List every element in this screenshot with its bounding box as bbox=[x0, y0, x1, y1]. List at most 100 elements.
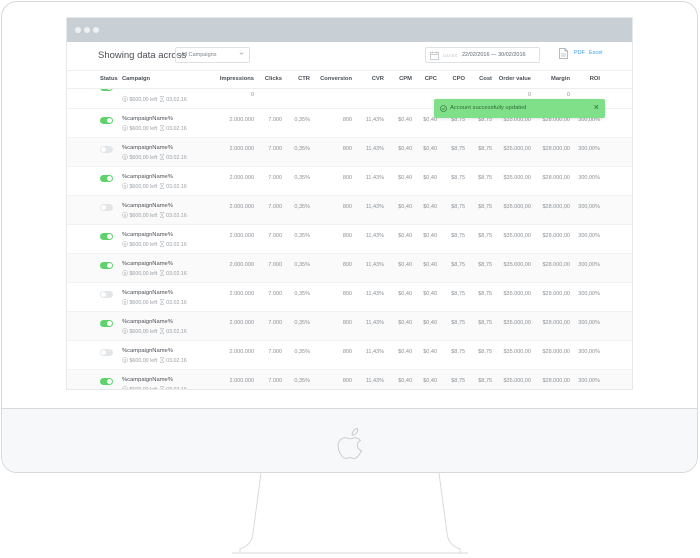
status-toggle[interactable] bbox=[100, 204, 113, 211]
col-cpc[interactable]: CPC bbox=[425, 76, 437, 82]
campaign-name[interactable]: %campaignName% bbox=[122, 290, 173, 296]
status-toggle[interactable] bbox=[100, 320, 113, 327]
campaign-name[interactable]: %campaignName% bbox=[122, 377, 173, 383]
cell-cost: $8,75 bbox=[478, 320, 492, 326]
col-impressions[interactable]: Impressions bbox=[220, 76, 254, 82]
status-toggle[interactable] bbox=[100, 117, 113, 124]
campaign-meta: $ $600,00 left 03.02.16 bbox=[122, 357, 187, 364]
col-ctr[interactable]: CTR bbox=[298, 76, 310, 82]
toggle-knob bbox=[107, 379, 112, 384]
dollar-icon: $ bbox=[122, 270, 128, 276]
chevron-down-icon bbox=[239, 52, 244, 55]
table-row[interactable]: %campaignName% $ $600,00 left 03.02.16 2.0… bbox=[67, 138, 632, 167]
svg-text:$: $ bbox=[124, 155, 127, 160]
col-cost[interactable]: Cost bbox=[479, 76, 492, 82]
dollar-icon: $ bbox=[122, 125, 128, 131]
campaign-select[interactable]: All Campaigns bbox=[175, 47, 250, 63]
date-range-picker[interactable]: DATES 22/02/2016 — 30/02/2016 bbox=[425, 47, 540, 63]
campaign-name[interactable]: %campaignName% bbox=[122, 203, 173, 209]
campaign-date: 03.02.16 bbox=[166, 213, 187, 219]
toggle-knob bbox=[101, 350, 106, 355]
campaign-date: 03.02.16 bbox=[166, 242, 187, 248]
window-maximize-dot[interactable] bbox=[93, 27, 99, 33]
table-row[interactable]: %campaignName% $ $600,00 left 03.02.16 2.0… bbox=[67, 167, 632, 196]
date-label: DATES bbox=[443, 53, 458, 58]
campaign-name[interactable]: %campaignName% bbox=[122, 116, 173, 122]
col-margin[interactable]: Margin bbox=[551, 76, 570, 82]
budget-left: $600,00 left bbox=[129, 242, 158, 248]
cell-roi: 300,00% bbox=[578, 349, 600, 355]
cell-cvr: 11,43% bbox=[365, 320, 384, 326]
cell-margin: $28.000,00 bbox=[542, 233, 570, 239]
window-minimize-dot[interactable] bbox=[84, 27, 90, 33]
table-row[interactable]: %campaignName% $ $600,00 left 03.02.16 2.0… bbox=[67, 283, 632, 312]
table-row[interactable]: %campaignName% $ $600,00 left 03.02.16 2.0… bbox=[67, 370, 632, 390]
col-conversion[interactable]: Conversion bbox=[320, 76, 352, 82]
cell-margin: $28.000,00 bbox=[542, 262, 570, 268]
status-toggle[interactable] bbox=[100, 146, 113, 153]
cell-margin: $28.000,00 bbox=[542, 291, 570, 297]
status-toggle[interactable] bbox=[100, 349, 113, 356]
pdf-icon[interactable] bbox=[559, 48, 568, 59]
table-row[interactable]: %campaignName% $ $600,00 left 03.02.16 2.0… bbox=[67, 312, 632, 341]
cell-cpm: $0,40 bbox=[398, 175, 412, 181]
cell-ctr: 0,35% bbox=[294, 117, 310, 123]
status-toggle[interactable] bbox=[100, 291, 113, 298]
cell-cost: $8,75 bbox=[478, 378, 492, 384]
table-row[interactable]: %campaignName% $ $600,00 left 03.02.16 2.0… bbox=[67, 254, 632, 283]
close-icon[interactable]: × bbox=[594, 103, 599, 112]
cell-cpc: $0,40 bbox=[423, 378, 437, 384]
campaign-name[interactable]: %campaignName% bbox=[122, 348, 173, 354]
status-toggle[interactable] bbox=[100, 89, 113, 91]
cell-cpo: $8,75 bbox=[451, 233, 465, 239]
campaign-name[interactable]: %campaignName% bbox=[122, 145, 173, 151]
campaign-meta: $ $600,00 left 03.02.16 bbox=[122, 96, 187, 103]
cell-cpm: $0,40 bbox=[398, 146, 412, 152]
cell-clicks: 7.000 bbox=[268, 262, 282, 268]
budget-left: $600,00 left bbox=[129, 358, 158, 364]
cell-impressions: 2.000.000 bbox=[229, 233, 254, 239]
campaign-meta: $ $600,00 left 03.02.16 bbox=[122, 212, 187, 219]
col-cpm[interactable]: CPM bbox=[399, 76, 412, 82]
col-cvr[interactable]: CVR bbox=[372, 76, 384, 82]
cell-roi: 300,00% bbox=[578, 233, 600, 239]
cell-order-value: $35.000,00 bbox=[503, 146, 531, 152]
cell-margin: $28.000,00 bbox=[542, 175, 570, 181]
table-row[interactable]: %campaignName% $ $600,00 left 03.02.16 2.0… bbox=[67, 341, 632, 370]
table-row[interactable]: %campaignName% $ $600,00 left 03.02.16 2.0… bbox=[67, 225, 632, 254]
col-status[interactable]: Status bbox=[100, 76, 118, 82]
cell-cpo: $8,75 bbox=[451, 175, 465, 181]
status-toggle[interactable] bbox=[100, 378, 113, 385]
cell-conversion: 800 bbox=[342, 291, 352, 297]
status-toggle[interactable] bbox=[100, 262, 113, 269]
col-clicks[interactable]: Clicks bbox=[265, 76, 282, 82]
table-row[interactable]: %campaignName% $ $600,00 left 03.02.16 2.0… bbox=[67, 196, 632, 225]
cell-cpo: $8,75 bbox=[451, 320, 465, 326]
campaign-name[interactable]: %campaignName% bbox=[122, 232, 173, 238]
cell-ctr: 0,35% bbox=[294, 146, 310, 152]
campaign-name[interactable]: %campaignName% bbox=[122, 174, 173, 180]
cell-cpc: $0,40 bbox=[423, 233, 437, 239]
budget-left: $600,00 left bbox=[129, 387, 158, 390]
window-close-dot[interactable] bbox=[75, 27, 81, 33]
hourglass-icon bbox=[159, 96, 165, 102]
cell-roi: 300,00% bbox=[578, 175, 600, 181]
pdf-export-link[interactable]: PDF bbox=[574, 50, 585, 56]
cell-conversion: 800 bbox=[342, 233, 352, 239]
col-cpo[interactable]: CPO bbox=[452, 76, 465, 82]
status-toggle[interactable] bbox=[100, 175, 113, 182]
cell-cpc: $0,40 bbox=[423, 146, 437, 152]
col-roi[interactable]: ROI bbox=[590, 76, 600, 82]
status-toggle[interactable] bbox=[100, 233, 113, 240]
excel-export-link[interactable]: Excel bbox=[589, 50, 602, 56]
cell-roi: 300,00% bbox=[578, 262, 600, 268]
check-circle-icon bbox=[440, 105, 447, 112]
col-campaign[interactable]: Campaign bbox=[122, 76, 150, 82]
cell-cpo: $8,75 bbox=[451, 262, 465, 268]
campaign-name[interactable]: %campaignName% bbox=[122, 261, 173, 267]
campaign-name[interactable]: %campaignName% bbox=[122, 319, 173, 325]
col-order-value[interactable]: Order value bbox=[499, 76, 531, 82]
toggle-knob bbox=[107, 118, 112, 123]
table-body: $ $600,00 left 03.02.16 0 0 0 %campaignN… bbox=[67, 89, 632, 390]
cell-cpm: $0,40 bbox=[398, 291, 412, 297]
